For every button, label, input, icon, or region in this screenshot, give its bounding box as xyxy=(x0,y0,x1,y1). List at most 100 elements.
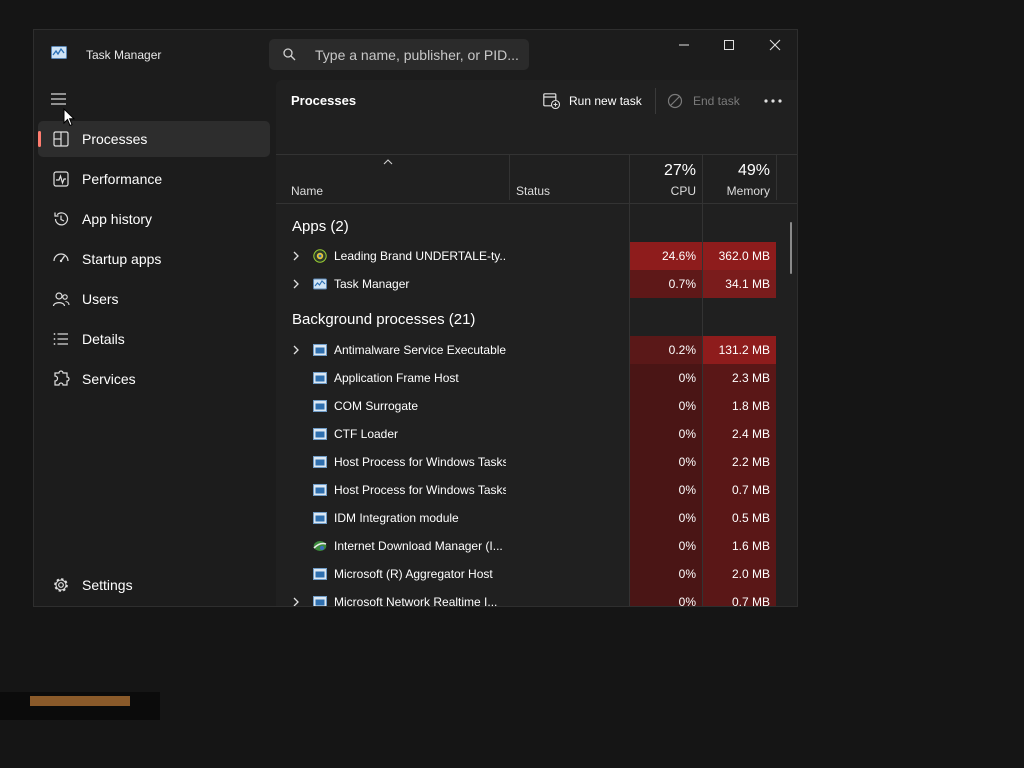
search-box[interactable] xyxy=(269,39,529,70)
process-cpu: 0% xyxy=(630,588,702,606)
process-memory: 0.5 MB xyxy=(703,504,776,532)
heat-gap xyxy=(630,298,702,336)
game-icon xyxy=(313,249,327,263)
table-row[interactable]: Leading Brand UNDERTALE-ty... 24.6% 362.… xyxy=(276,242,781,270)
run-new-task-button[interactable]: Run new task xyxy=(535,86,645,116)
process-memory: 0.7 MB xyxy=(703,588,776,606)
process-icon xyxy=(313,484,327,496)
process-name: Task Manager xyxy=(334,277,410,291)
process-cpu: 0% xyxy=(630,532,702,560)
end-task-button[interactable]: End task xyxy=(659,86,749,116)
minimize-button[interactable] xyxy=(661,30,707,60)
memory-total-percent: 49% xyxy=(737,162,770,179)
sidebar-item-label: Performance xyxy=(82,171,163,187)
process-icon xyxy=(313,344,327,356)
process-cpu: 0% xyxy=(630,364,702,392)
sidebar-item-settings[interactable]: Settings xyxy=(38,567,270,603)
gear-icon xyxy=(54,578,68,592)
more-options-button[interactable] xyxy=(758,86,788,116)
sidebar-item-performance[interactable]: Performance xyxy=(38,161,270,197)
process-memory: 2.2 MB xyxy=(703,448,776,476)
column-header-cpu[interactable]: CPU xyxy=(630,184,696,198)
process-cpu: 0.7% xyxy=(630,270,702,298)
process-icon xyxy=(313,400,327,412)
close-icon xyxy=(769,39,781,51)
table-row[interactable]: Task Manager 0.7% 34.1 MB xyxy=(276,270,781,298)
toolbar-divider xyxy=(655,88,656,114)
process-cpu: 0% xyxy=(630,448,702,476)
chevron-right-icon[interactable] xyxy=(292,345,300,355)
table-row[interactable]: Application Frame Host 0% 2.3 MB xyxy=(276,364,781,392)
process-name: COM Surrogate xyxy=(334,399,419,413)
sidebar-item-users[interactable]: Users xyxy=(38,281,270,317)
run-new-task-icon xyxy=(543,93,560,109)
column-header-name[interactable]: Name xyxy=(291,184,323,198)
process-cpu: 0.2% xyxy=(630,336,702,364)
process-name: Microsoft (R) Aggregator Host xyxy=(334,567,493,581)
table-row[interactable]: Microsoft (R) Aggregator Host 0% 2.0 MB xyxy=(276,560,781,588)
process-memory: 362.0 MB xyxy=(703,242,776,270)
sidebar-item-label: Users xyxy=(82,291,119,307)
sidebar-item-app-history[interactable]: App history xyxy=(38,201,270,237)
header-divider xyxy=(276,203,797,204)
process-icon xyxy=(313,372,327,384)
process-icon xyxy=(313,596,327,606)
table-row[interactable]: Microsoft Network Realtime I... 0% 0.7 M… xyxy=(276,588,781,607)
process-icon xyxy=(313,568,327,580)
process-cpu: 24.6% xyxy=(630,242,702,270)
chevron-right-icon[interactable] xyxy=(292,279,300,289)
performance-icon xyxy=(53,171,69,187)
maximize-icon xyxy=(724,40,734,50)
task-manager-window: Task Manager Processes xyxy=(33,29,798,607)
process-name: Leading Brand UNDERTALE-ty... xyxy=(334,249,506,263)
table-row[interactable]: Host Process for Windows Tasks 0% 2.2 MB xyxy=(276,448,781,476)
maximize-button[interactable] xyxy=(706,30,752,60)
more-options-icon xyxy=(764,99,782,103)
column-header-memory[interactable]: Memory xyxy=(703,184,770,198)
process-memory: 1.8 MB xyxy=(703,392,776,420)
services-icon xyxy=(54,370,70,386)
mouse-cursor-icon xyxy=(63,108,75,127)
sidebar-item-label: App history xyxy=(82,211,153,227)
process-name: Host Process for Windows Tasks xyxy=(334,483,506,497)
close-button[interactable] xyxy=(752,30,797,60)
process-memory: 131.2 MB xyxy=(703,336,776,364)
run-new-task-label: Run new task xyxy=(569,94,642,108)
process-name: IDM Integration module xyxy=(334,511,459,525)
table-row[interactable]: IDM Integration module 0% 0.5 MB xyxy=(276,504,781,532)
processes-pane: Processes Run new task End task Name Sta… xyxy=(276,80,797,607)
sidebar-item-startup-apps[interactable]: Startup apps xyxy=(38,241,270,277)
header-divider xyxy=(276,154,797,155)
idm-icon xyxy=(313,541,327,551)
chevron-right-icon[interactable] xyxy=(292,251,300,261)
process-memory: 34.1 MB xyxy=(703,270,776,298)
table-row[interactable]: Host Process for Windows Tasks 0% 0.7 MB xyxy=(276,476,781,504)
sort-arrow-icon xyxy=(383,159,393,165)
end-task-icon xyxy=(667,93,683,109)
process-name: Host Process for Windows Tasks xyxy=(334,455,506,469)
vertical-scrollbar[interactable] xyxy=(790,222,792,274)
process-cpu: 0% xyxy=(630,420,702,448)
process-cpu: 0% xyxy=(630,560,702,588)
processes-icon xyxy=(53,131,69,147)
table-row[interactable]: Antimalware Service Executable 0.2% 131.… xyxy=(276,336,781,364)
process-cpu: 0% xyxy=(630,504,702,532)
sidebar-item-services[interactable]: Services xyxy=(38,361,270,397)
process-name: Microsoft Network Realtime I... xyxy=(334,595,498,607)
process-memory: 2.3 MB xyxy=(703,364,776,392)
sidebar-item-details[interactable]: Details xyxy=(38,321,270,357)
active-indicator xyxy=(38,131,41,147)
sidebar-item-label: Services xyxy=(82,371,136,387)
window-thumbnail xyxy=(0,692,160,720)
process-name: CTF Loader xyxy=(334,427,399,441)
sidebar-item-label: Settings xyxy=(82,577,133,593)
table-row[interactable]: CTF Loader 0% 2.4 MB xyxy=(276,420,781,448)
table-row[interactable]: Internet Download Manager (I... 0% 1.6 M… xyxy=(276,532,781,560)
search-input[interactable] xyxy=(315,39,520,70)
column-divider xyxy=(776,155,777,200)
cpu-total-percent: 27% xyxy=(663,162,696,179)
column-header-status[interactable]: Status xyxy=(516,184,550,198)
table-row[interactable]: COM Surrogate 0% 1.8 MB xyxy=(276,392,781,420)
chevron-right-icon[interactable] xyxy=(292,597,300,607)
column-divider[interactable] xyxy=(509,155,510,200)
